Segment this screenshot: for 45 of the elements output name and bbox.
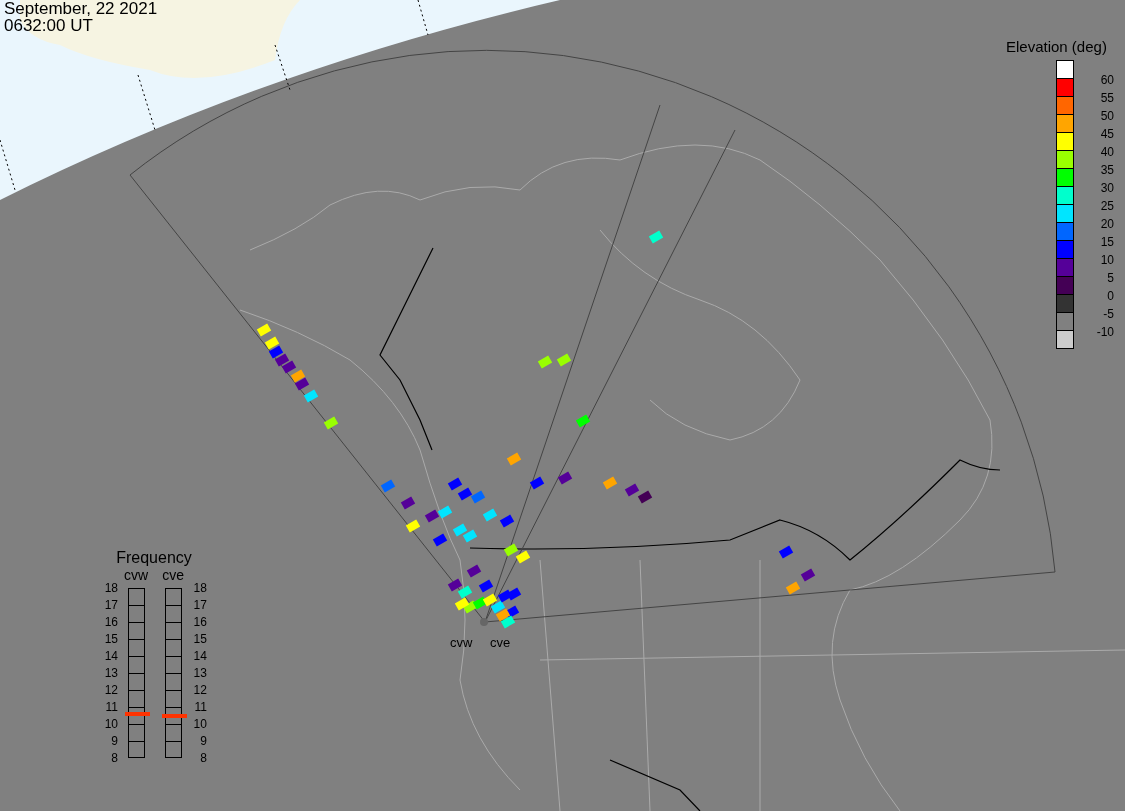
frequency-tick: 11 [104, 699, 119, 716]
frequency-tick: 16 [103, 614, 119, 631]
frequency-tick: 17 [103, 597, 119, 614]
frequency-title: Frequency [116, 549, 192, 567]
time-label: 0632:00 UT [4, 17, 94, 34]
scale-label: 45 [1099, 126, 1114, 143]
frequency-tick: 10 [103, 716, 119, 733]
radar-name: cve [162, 567, 184, 583]
scale-label: 15 [1099, 234, 1114, 251]
legend-title: Elevation (deg) [1006, 38, 1107, 56]
frequency-tick: 15 [192, 631, 207, 648]
frequency-tick: 8 [199, 750, 207, 767]
scale-label: 60 [1099, 72, 1114, 89]
date-label: September, 22 2021 [4, 0, 158, 17]
frequency-tick: 17 [192, 597, 207, 614]
radar-name: cvw [124, 567, 149, 583]
frequency-tick: 8 [110, 750, 119, 767]
scale-label: 40 [1099, 144, 1114, 161]
scale-label: 35 [1099, 162, 1114, 179]
scale-label: -10 [1095, 324, 1114, 341]
frequency-tick: 14 [192, 648, 207, 665]
scale-label: 55 [1099, 90, 1114, 107]
scale-label: -5 [1102, 306, 1114, 323]
scale-label: 10 [1099, 252, 1114, 269]
scale-label: 0 [1106, 288, 1114, 305]
radar-site-label: cvw [450, 635, 473, 650]
frequency-tick: 13 [192, 665, 207, 682]
frequency-tick: 18 [192, 580, 207, 597]
scale-label: 50 [1099, 108, 1114, 125]
frequency-tick: 18 [103, 580, 119, 597]
frequency-tick: 9 [199, 733, 207, 750]
frequency-tick: 16 [192, 614, 207, 631]
scale-label: 30 [1099, 180, 1114, 197]
frequency-tick: 9 [110, 733, 119, 750]
frequency-tick: 12 [103, 682, 119, 699]
frequency-tick: 13 [103, 665, 119, 682]
frequency-tick: 14 [103, 648, 119, 665]
frequency-tick: 15 [103, 631, 119, 648]
scale-label: 5 [1106, 270, 1114, 287]
frequency-tick: 12 [192, 682, 207, 699]
scale-label: 20 [1099, 216, 1114, 233]
frequency-tick: 11 [193, 699, 207, 716]
radar-site-label: cve [490, 635, 511, 650]
scale-label: 25 [1099, 198, 1114, 215]
frequency-tick: 10 [192, 716, 207, 733]
